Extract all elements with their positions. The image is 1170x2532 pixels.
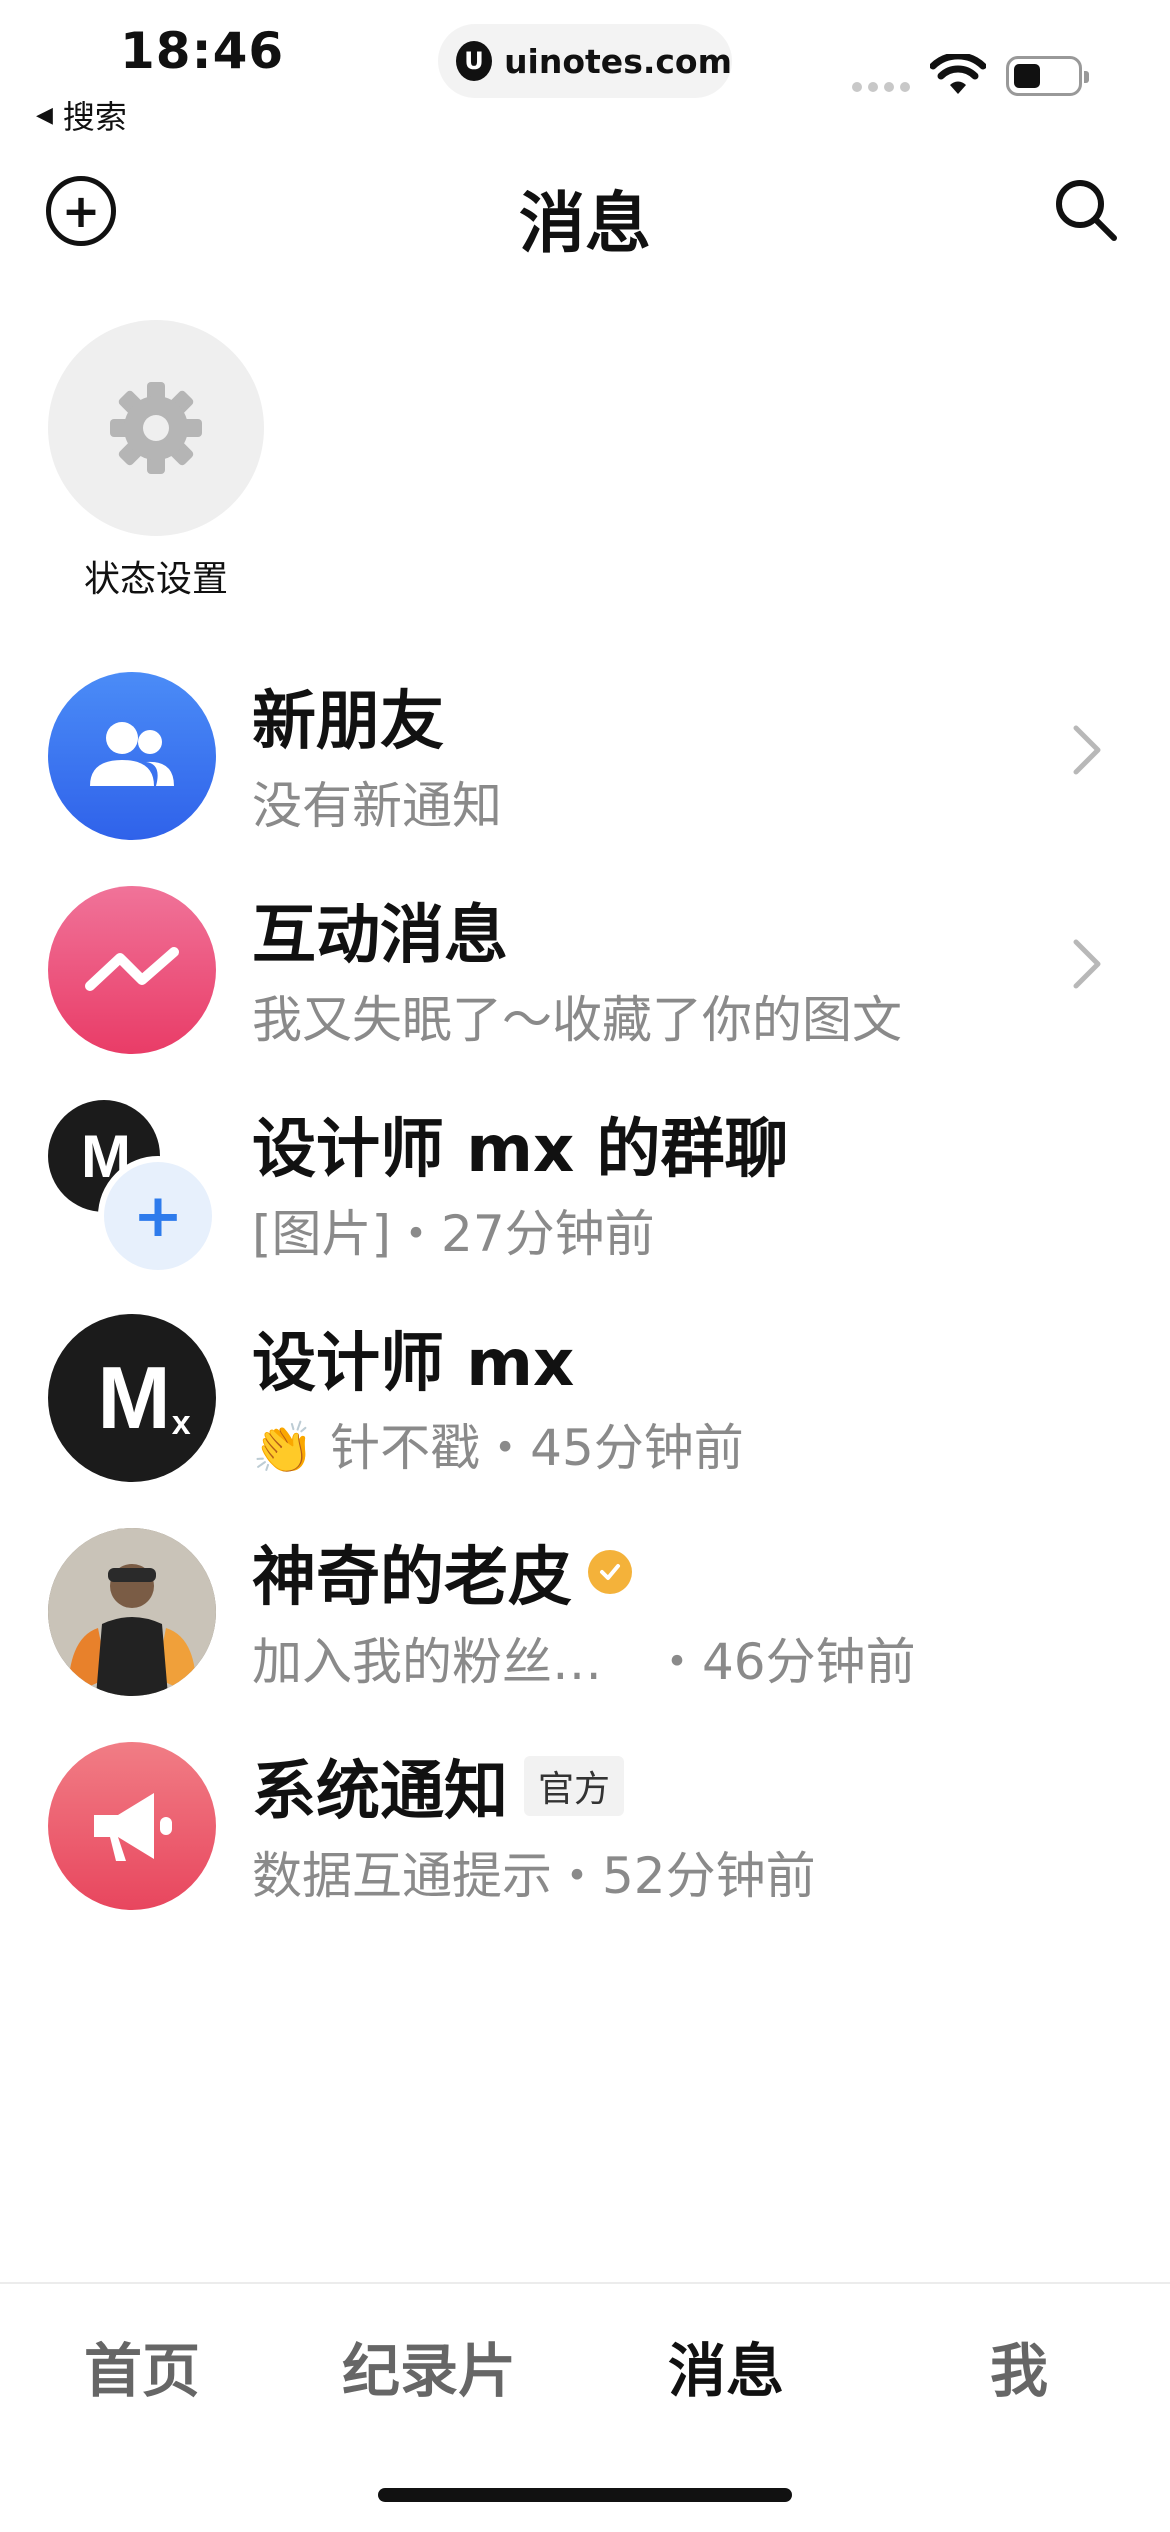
status-setting-button[interactable]: 状态设置: [48, 320, 264, 602]
status-setting-label: 状态设置: [83, 559, 228, 600]
message-item-new-friends[interactable]: 新朋友 没有新通知: [0, 642, 1170, 856]
url-pill[interactable]: U uinotes.com: [438, 24, 732, 98]
back-app-label: 搜索: [62, 98, 127, 136]
megaphone-icon: [94, 1793, 172, 1861]
back-triangle-icon: ◀: [36, 102, 53, 128]
status-bar: 18:46 ◀ 搜索 U uinotes.com: [0, 0, 1170, 140]
page-title: 消息: [519, 185, 651, 262]
url-text: uinotes.com: [504, 41, 732, 81]
back-to-app-link[interactable]: ◀ 搜索: [36, 92, 127, 138]
message-item-group-chat[interactable]: M + 设计师 mx 的群聊 [图片]・27分钟前: [0, 1070, 1170, 1284]
avatar: [48, 886, 216, 1054]
tab-home[interactable]: 首页: [84, 2324, 200, 2408]
chevron-right-icon: [1073, 939, 1101, 989]
cellular-signal-icon: [852, 82, 910, 92]
official-badge: 官方: [524, 1756, 625, 1816]
message-item-system-notice[interactable]: 系统通知 官方 数据互通提示・52分钟前: [0, 1712, 1170, 1926]
zigzag-icon: [85, 947, 179, 991]
chevron-right-icon: [1073, 725, 1101, 775]
message-item-laopi[interactable]: 神奇的老皮 加入我的粉丝… ・46分钟前: [0, 1498, 1170, 1712]
site-logo-icon: U: [456, 41, 493, 81]
home-indicator[interactable]: [378, 2488, 792, 2502]
message-subtitle: 👏 针不戳・45分钟前: [252, 1419, 744, 1477]
message-subtitle: 数据互通提示・52分钟前: [252, 1847, 816, 1905]
avatar: [48, 1742, 216, 1910]
avatar: [48, 672, 216, 840]
nav-header: + 消息: [0, 150, 1170, 270]
status-time: 18:46: [120, 22, 285, 80]
mx-logo: Mx: [97, 1348, 190, 1447]
group-avatar: M +: [48, 1100, 238, 1290]
message-subtitle: [图片]・27分钟前: [252, 1205, 655, 1263]
message-title: 系统通知 官方: [252, 1740, 625, 1832]
status-circle: [48, 320, 264, 536]
tab-messages[interactable]: 消息: [668, 2324, 784, 2408]
wifi-icon: [930, 54, 986, 94]
battery-icon: [1006, 56, 1089, 96]
message-subtitle: 我又失眠了～收藏了你的图文: [252, 991, 902, 1049]
message-title: 设计师 mx 的群聊: [252, 1113, 789, 1187]
friends-icon: [90, 722, 174, 786]
message-title: 神奇的老皮: [252, 1526, 632, 1618]
avatar: [48, 1528, 216, 1696]
message-title: 设计师 mx: [252, 1327, 575, 1401]
verified-check-icon: [588, 1550, 632, 1594]
message-title: 新朋友: [252, 685, 444, 759]
message-item-interactions[interactable]: 互动消息 我又失眠了～收藏了你的图文: [0, 856, 1170, 1070]
user-photo: [48, 1528, 216, 1696]
avatar: Mx: [48, 1314, 216, 1482]
search-icon[interactable]: [1050, 174, 1122, 246]
tab-documentary[interactable]: 纪录片: [342, 2324, 516, 2408]
message-subtitle: 没有新通知: [252, 777, 502, 835]
gear-icon: [110, 382, 202, 474]
message-title: 互动消息: [252, 899, 508, 973]
tab-me[interactable]: 我: [990, 2324, 1048, 2408]
message-subtitle: 加入我的粉丝… ・46分钟前: [252, 1633, 916, 1691]
plus-icon: +: [98, 1156, 218, 1276]
message-item-designer-mx[interactable]: Mx 设计师 mx 👏 针不戳・45分钟前: [0, 1284, 1170, 1498]
